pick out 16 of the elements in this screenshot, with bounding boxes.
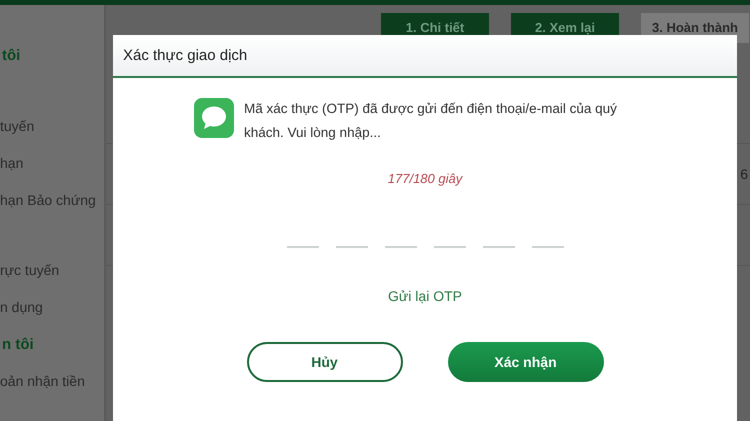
- dialog-title: Xác thực giao dịch: [123, 47, 248, 64]
- confirm-button[interactable]: Xác nhận: [448, 342, 604, 382]
- chat-bubble-icon: [194, 98, 234, 138]
- countdown-text: 177/180 giây: [388, 171, 462, 186]
- otp-message: Mã xác thực (OTP) đã được gửi đến điện thoại/e-mail của quý khách. Vui lòng nhập...: [244, 100, 618, 142]
- resend-otp-link[interactable]: Gửi lại OTP: [388, 288, 462, 304]
- sidebar-item[interactable]: hạn Bảo chứng: [0, 182, 104, 219]
- sidebar-item[interactable]: hạn: [0, 145, 104, 182]
- sidebar-item[interactable]: oản nhận tiền: [0, 363, 104, 400]
- sidebar-item[interactable]: n dụng: [0, 289, 104, 326]
- sidebar-heading: n tôi: [1, 335, 35, 355]
- sidebar-heading: tôi: [1, 46, 22, 66]
- sidebar-item[interactable]: tuyến: [0, 108, 104, 145]
- sidebar-item[interactable]: rực tuyến: [0, 252, 104, 289]
- cancel-button[interactable]: Hủy: [246, 342, 402, 382]
- value-text: 6: [740, 166, 749, 182]
